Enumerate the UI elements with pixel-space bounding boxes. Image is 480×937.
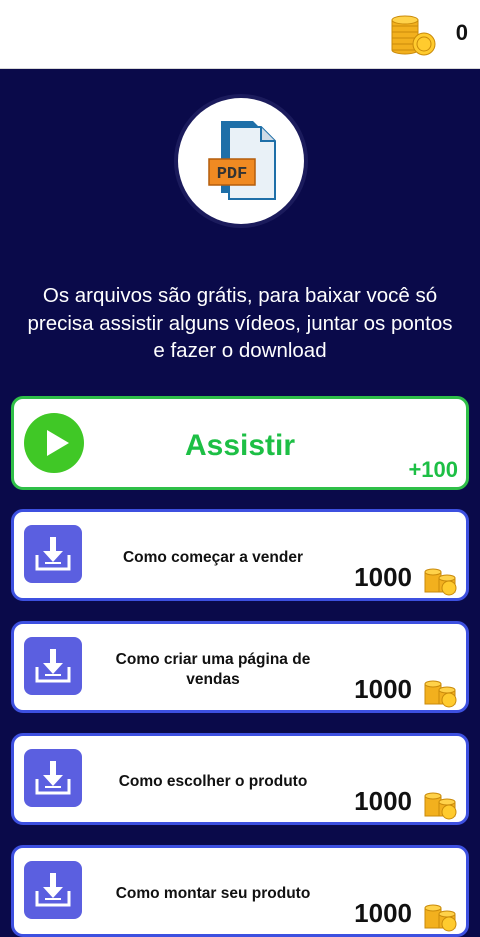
item-cost: 1000: [354, 674, 412, 704]
coin-stack-icon: [424, 904, 457, 932]
download-icon: [24, 861, 82, 919]
item-title: Como montar seu produto: [115, 885, 311, 902]
item-cost: 1000: [354, 786, 412, 816]
pdf-badge-text: PDF: [217, 165, 248, 184]
item-title: Como escolher o produto: [118, 773, 308, 790]
item-cost: 1000: [354, 562, 412, 592]
coin-stack-icon: [424, 680, 457, 708]
download-item[interactable]: Como montar seu produto 1000: [11, 845, 469, 937]
intro-text: Os arquivos são grátis, para baixar você…: [27, 284, 453, 362]
item-title: Como criar uma página de vendas: [115, 651, 311, 688]
watch-button[interactable]: Assistir +100: [11, 396, 469, 490]
coin-stack-icon: [424, 568, 457, 596]
download-item[interactable]: Como criar uma página de vendas 1000: [11, 621, 469, 713]
download-item[interactable]: Como começar a vender 1000: [11, 509, 469, 601]
top-bar: 0: [0, 0, 480, 69]
pdf-logo: PDF: [178, 98, 304, 224]
coin-stack-icon: [424, 792, 457, 820]
coin-count: 0: [455, 20, 468, 45]
download-icon: [24, 525, 82, 583]
item-title: Como começar a vender: [122, 549, 304, 566]
download-item[interactable]: Como escolher o produto 1000: [11, 733, 469, 825]
item-cost: 1000: [354, 898, 412, 928]
coin-stack-icon: [391, 15, 436, 56]
watch-label: Assistir: [184, 429, 296, 462]
watch-bonus: +100: [408, 457, 458, 482]
pdf-document-icon: PDF: [208, 121, 276, 200]
download-icon: [24, 637, 82, 695]
download-icon: [24, 749, 82, 807]
